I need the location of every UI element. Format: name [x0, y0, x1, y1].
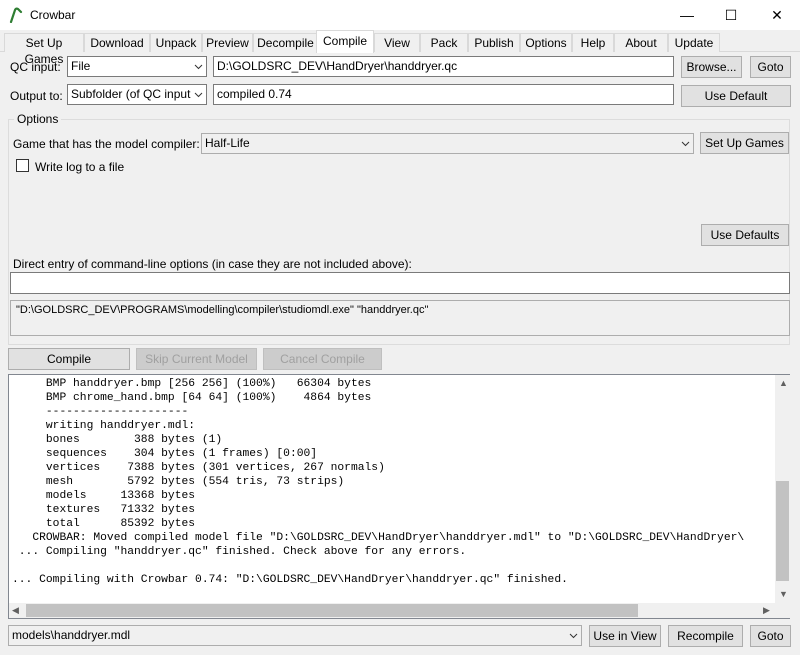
set-up-games-button[interactable]: Set Up Games — [700, 132, 789, 154]
compile-log[interactable]: BMP handdryer.bmp [256 256] (100%) 66304… — [8, 374, 790, 619]
tab-download[interactable]: Download — [84, 33, 150, 52]
log-line: writing handdryer.mdl: — [12, 420, 196, 432]
game-select-value: Half-Life — [205, 136, 250, 150]
log-line: total 85392 bytes — [12, 518, 196, 530]
scroll-up-icon[interactable]: ▲ — [779, 378, 788, 388]
close-button[interactable]: ✕ — [754, 0, 800, 30]
crowbar-logo-icon — [9, 7, 23, 23]
scroll-down-icon[interactable]: ▼ — [779, 589, 788, 599]
log-vertical-scroll-thumb[interactable] — [776, 481, 789, 581]
minimize-button[interactable]: — — [664, 0, 710, 30]
qc-input-mode-value: File — [71, 59, 91, 73]
log-line: BMP handdryer.bmp [256 256] (100%) 66304… — [12, 378, 372, 390]
log-line: ... Compiling "handdryer.qc" finished. C… — [12, 546, 467, 558]
tab-publish[interactable]: Publish — [468, 33, 520, 52]
log-line: models 13368 bytes — [12, 490, 196, 502]
compiled-model-value: models\handdryer.mdl — [12, 628, 131, 642]
game-label: Game that has the model compiler: — [13, 137, 200, 151]
window-title: Crowbar — [30, 8, 76, 22]
goto-button[interactable]: Goto — [750, 56, 791, 78]
log-line: ... Compiling with Crowbar 0.74: "D:\GOL… — [12, 574, 568, 586]
scroll-right-icon[interactable]: ▶ — [763, 605, 770, 616]
log-line: textures 71332 bytes — [12, 504, 196, 516]
output-to-label: Output to: — [10, 89, 63, 103]
write-log-checkbox[interactable] — [16, 159, 29, 172]
command-line-preview: "D:\GOLDSRC_DEV\PROGRAMS\modelling\compi… — [10, 300, 790, 336]
scrollbar-corner — [775, 603, 790, 618]
tab-view[interactable]: View — [374, 33, 420, 52]
use-defaults-button[interactable]: Use Defaults — [701, 224, 789, 246]
maximize-button[interactable]: ☐ — [708, 0, 754, 30]
cancel-compile-button[interactable]: Cancel Compile — [263, 348, 382, 370]
compiled-model-select[interactable]: models\handdryer.mdl — [8, 625, 582, 646]
log-line: sequences 304 bytes (1 frames) [0:00] — [12, 448, 318, 460]
tab-pack[interactable]: Pack — [420, 33, 468, 52]
chevron-down-icon — [565, 626, 581, 645]
output-mode-value: Subfolder (of QC input — [71, 87, 191, 101]
log-line: BMP chrome_hand.bmp [64 64] (100%) 4864 … — [12, 392, 372, 404]
use-in-view-button[interactable]: Use in View — [589, 625, 661, 647]
chevron-down-icon — [190, 85, 206, 104]
scroll-left-icon[interactable]: ◀ — [12, 605, 19, 616]
direct-entry-field[interactable] — [10, 272, 790, 294]
chevron-down-icon — [677, 134, 693, 153]
direct-entry-label: Direct entry of command-line options (in… — [13, 257, 412, 271]
tab-options[interactable]: Options — [520, 33, 572, 52]
log-line: mesh 5792 bytes (554 tris, 73 strips) — [12, 476, 345, 488]
qc-input-path-field[interactable]: D:\GOLDSRC_DEV\HandDryer\handdryer.qc — [213, 56, 674, 77]
log-horizontal-scroll-thumb[interactable] — [26, 604, 638, 617]
qc-input-mode-select[interactable]: File — [67, 56, 207, 77]
compile-button[interactable]: Compile — [8, 348, 130, 370]
tab-preview[interactable]: Preview — [202, 33, 253, 52]
tab-compile[interactable]: Compile — [316, 30, 374, 53]
options-group-title: Options — [14, 112, 62, 126]
compile-log-text: BMP handdryer.bmp [256 256] (100%) 66304… — [12, 377, 744, 601]
browse-button[interactable]: Browse... — [681, 56, 742, 78]
use-default-button[interactable]: Use Default — [681, 85, 791, 107]
game-select[interactable]: Half-Life — [201, 133, 694, 154]
tab-about[interactable]: About — [614, 33, 668, 52]
tab-decompile[interactable]: Decompile — [253, 33, 318, 52]
tab-unpack[interactable]: Unpack — [150, 33, 202, 52]
log-line: CROWBAR: Moved compiled model file "D:\G… — [12, 532, 745, 544]
output-mode-select[interactable]: Subfolder (of QC input — [67, 84, 207, 105]
log-line: --------------------- — [12, 406, 189, 418]
recompile-button[interactable]: Recompile — [668, 625, 743, 647]
skip-current-model-button[interactable]: Skip Current Model — [136, 348, 257, 370]
qc-input-label: QC input: — [10, 60, 61, 74]
log-line: bones 388 bytes (1) — [12, 434, 223, 446]
tab-set-up-games[interactable]: Set Up Games — [4, 33, 84, 66]
log-line: vertices 7388 bytes (301 vertices, 267 n… — [12, 462, 385, 474]
write-log-label: Write log to a file — [35, 160, 125, 174]
chevron-down-icon — [190, 57, 206, 76]
output-folder-field[interactable]: compiled 0.74 — [213, 84, 674, 105]
bottom-goto-button[interactable]: Goto — [750, 625, 791, 647]
tab-help[interactable]: Help — [572, 33, 614, 52]
tab-update[interactable]: Update — [668, 33, 720, 52]
